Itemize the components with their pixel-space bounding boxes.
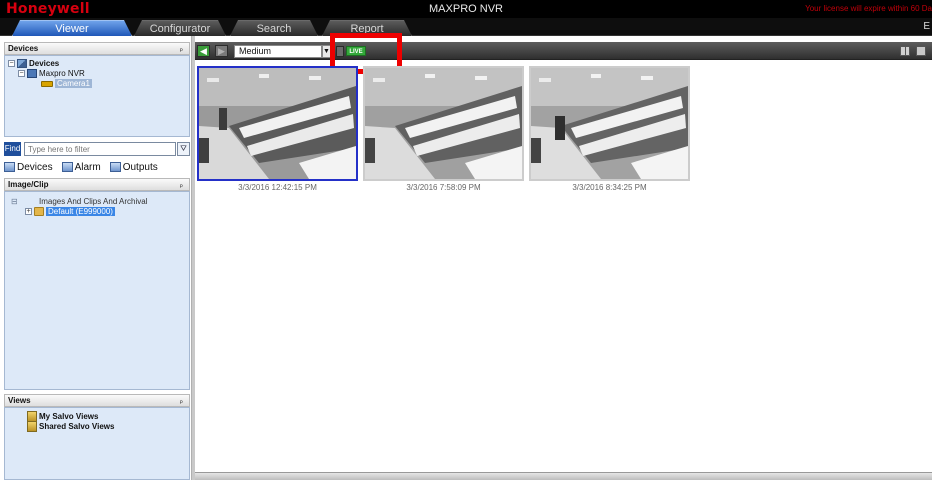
folder-icon	[34, 207, 44, 216]
status-bar	[195, 472, 932, 480]
nvr-icon	[27, 69, 37, 78]
tree-node-label: Default (E999000)	[46, 207, 115, 216]
views-item-label: Shared Salvo Views	[39, 422, 115, 431]
pin-icon[interactable]: ₚ	[180, 395, 183, 406]
license-notice: Your license will expire within 60 Da	[805, 4, 932, 13]
app-title: MAXPRO NVR	[429, 3, 503, 15]
thumbnail-grid: 3/3/2016 12:42:15 PM 3/3/2016 7:58:09 PM	[195, 66, 895, 196]
find-label: Find	[4, 142, 21, 156]
switch-label: Devices	[17, 161, 53, 173]
thumbnail-timestamp: 3/3/2016 12:42:15 PM	[238, 183, 317, 192]
camera-snapshot	[365, 68, 522, 179]
filter-icon[interactable]: ⛛	[177, 142, 190, 156]
thumbnail-size-select[interactable]: Medium	[234, 45, 322, 58]
tree-node-label: Camera1	[55, 79, 92, 88]
views-item-label: My Salvo Views	[39, 412, 99, 421]
views-item-shared-salvo[interactable]: Shared Salvo Views	[27, 421, 114, 432]
camera-snapshot	[531, 68, 688, 179]
image-clip-panel-header: Image/Clip ₚ	[4, 178, 190, 191]
salvo-view-icon	[27, 421, 37, 432]
main-tab-bar: Viewer Configurator Search Report E	[0, 18, 932, 36]
image-clip-panel-title: Image/Clip	[8, 180, 49, 189]
tab-search[interactable]: Search	[230, 20, 318, 36]
devices-group-icon	[17, 59, 27, 68]
thumbnail-1[interactable]	[197, 66, 358, 181]
tree-node-camera[interactable]: Camera1	[41, 79, 92, 88]
thumbnail-3[interactable]	[529, 66, 690, 181]
switch-label: Alarm	[74, 161, 101, 173]
arrow-right-icon[interactable]: ▶	[215, 45, 228, 57]
outputs-icon	[109, 162, 121, 172]
collapse-icon[interactable]: −	[8, 60, 15, 67]
camera-icon	[41, 80, 53, 87]
views-panel-header: Views ₚ	[4, 394, 190, 407]
tree-node-label: Maxpro NVR	[39, 69, 85, 78]
thumbnail-2[interactable]	[363, 66, 524, 181]
devices-tree: − Devices − Maxpro NVR Camera1	[4, 55, 190, 137]
pin-icon[interactable]: ₚ	[180, 43, 183, 54]
switch-label: Outputs	[122, 161, 158, 173]
image-clip-tree: ⊟ Images And Clips And Archival + Defaul…	[4, 191, 190, 390]
devices-panel-title: Devices	[8, 44, 39, 53]
alarm-icon	[61, 162, 73, 172]
tree-node-devices[interactable]: − Devices	[8, 59, 59, 68]
tree-line: ⊟	[11, 197, 18, 206]
views-panel-title: Views	[8, 396, 31, 405]
single-layout-icon[interactable]	[916, 46, 926, 56]
title-bar: Honeywell MAXPRO NVR Your license will e…	[0, 0, 932, 18]
tree-node-label: Images And Clips And Archival	[39, 197, 148, 206]
tabbar-edge-label: E	[923, 21, 930, 32]
camera-snapshot	[199, 68, 356, 179]
find-bar: Find ⛛	[4, 142, 190, 156]
grid-layout-icon[interactable]	[900, 46, 910, 56]
thumbnail-timestamp: 3/3/2016 8:34:25 PM	[572, 183, 647, 192]
switch-outputs[interactable]: Outputs	[109, 160, 158, 174]
switch-devices[interactable]: Devices	[4, 160, 53, 174]
tree-node-default[interactable]: + Default (E999000)	[25, 207, 115, 216]
device-panel-switcher: Devices Alarm Outputs	[4, 160, 158, 174]
collapse-icon[interactable]: −	[18, 70, 25, 77]
pin-icon[interactable]: ₚ	[180, 179, 183, 190]
viewer-toolbar: ◀ ▶ Medium ▼ LIVE	[195, 42, 932, 60]
filter-input[interactable]	[24, 142, 176, 156]
thumbnail-timestamp: 3/3/2016 7:58:09 PM	[406, 183, 481, 192]
switch-alarm[interactable]: Alarm	[61, 160, 101, 174]
tree-node-archive-root[interactable]: ⊟ Images And Clips And Archival	[11, 197, 148, 206]
views-list: My Salvo Views Shared Salvo Views	[4, 407, 190, 480]
expand-icon[interactable]: +	[25, 208, 32, 215]
tree-node-nvr[interactable]: − Maxpro NVR	[18, 69, 85, 78]
tree-node-label: Devices	[29, 59, 60, 68]
tab-configurator[interactable]: Configurator	[134, 20, 226, 36]
arrow-left-icon[interactable]: ◀	[197, 45, 210, 57]
tab-viewer[interactable]: Viewer	[12, 20, 132, 36]
devices-icon	[4, 162, 15, 172]
devices-panel-header: Devices ₚ	[4, 42, 190, 55]
